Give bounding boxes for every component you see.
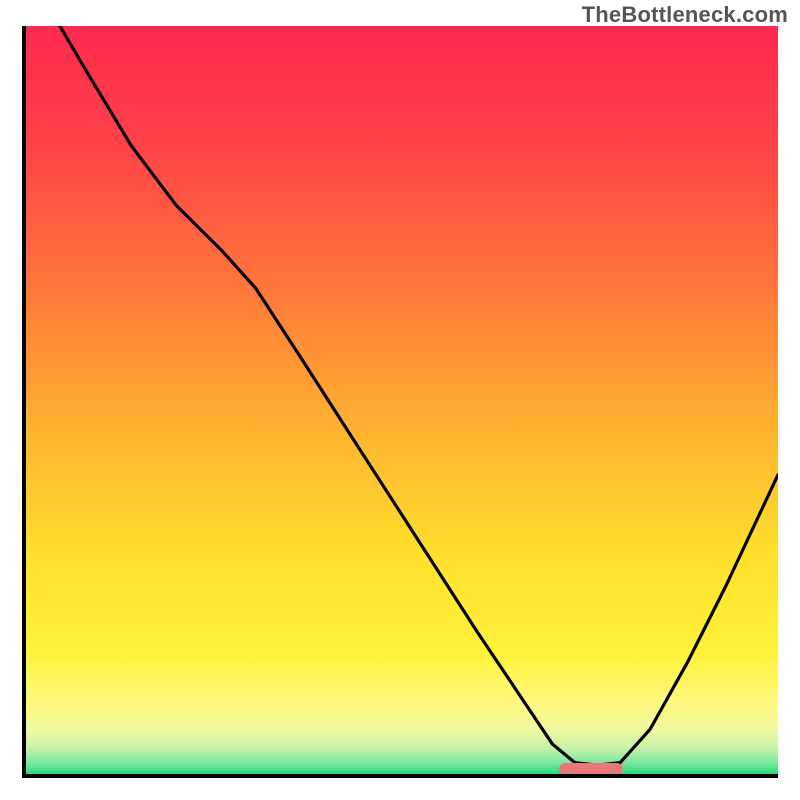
gradient-background (26, 26, 778, 774)
plot-area (22, 26, 778, 778)
watermark-text: TheBottleneck.com (582, 2, 788, 28)
optimum-marker (559, 763, 623, 775)
chart-container: TheBottleneck.com (0, 0, 800, 800)
